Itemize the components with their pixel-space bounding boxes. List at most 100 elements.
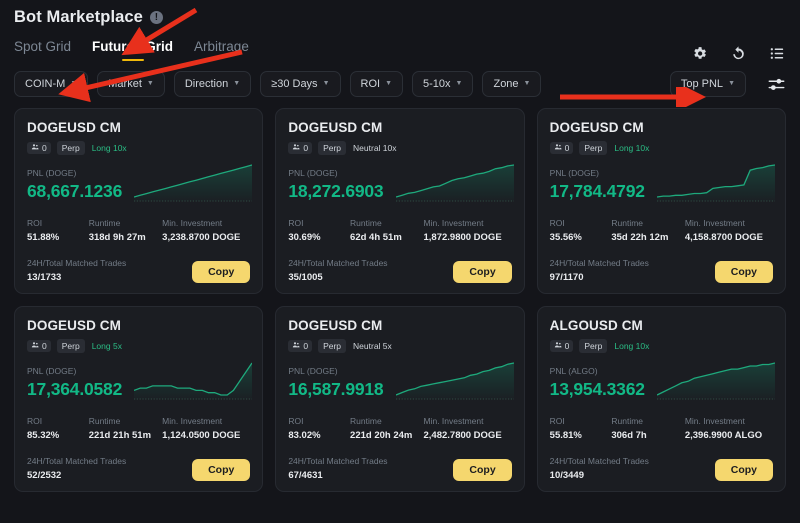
- chevron-down-icon: ▼: [385, 79, 392, 87]
- filter-zone[interactable]: Zone ▼: [482, 71, 542, 97]
- tab-arbitrage[interactable]: Arbitrage: [194, 39, 249, 61]
- min-investment-stat: Min. Investment 3,238.8700 DOGE: [162, 218, 250, 243]
- bot-card[interactable]: DOGEUSD CM 0 Perp Neutral 5x PNL (DOGE) 16,58…: [275, 306, 525, 492]
- page-header: Bot Marketplace !: [0, 0, 800, 27]
- filter-market[interactable]: Market ▼: [97, 71, 165, 97]
- gear-icon[interactable]: [691, 45, 708, 62]
- users-badge: 0: [27, 340, 51, 352]
- bot-card-title: ALGOUSD CM: [549, 318, 643, 333]
- runtime-label: Runtime: [88, 416, 121, 426]
- bot-card-title: DOGEUSD CM: [27, 318, 122, 333]
- sort-top-pnl[interactable]: Top PNL ▼: [669, 71, 746, 97]
- roi-stat: ROI 30.69%: [288, 218, 350, 243]
- users-badge: 0: [549, 340, 574, 352]
- contract-badge: Perp: [56, 339, 85, 353]
- bot-card[interactable]: DOGEUSD CM 0 Perp Long 10x PNL (DOGE) 17,784.…: [536, 108, 786, 294]
- matched-trades-label: 24H/Total Matched Trades: [549, 456, 649, 466]
- users-count: 0: [303, 341, 309, 351]
- runtime-label: Runtime: [88, 218, 121, 228]
- min-investment-label: Min. Investment: [684, 416, 745, 426]
- chevron-down-icon: ▼: [728, 79, 735, 87]
- filter-roi-label: ROI: [360, 78, 381, 90]
- users-badge: 0: [27, 142, 51, 154]
- chevron-down-icon: ▼: [523, 79, 531, 87]
- filter-roi[interactable]: ROI ▼: [349, 71, 403, 97]
- roi-stat: ROI 83.02%: [288, 416, 350, 441]
- bot-card[interactable]: ALGOUSD CM 0 Perp Long 10x PNL (ALGO) 13,954.…: [536, 306, 786, 492]
- contract-badge: Perp: [579, 339, 608, 353]
- people-icon: [554, 143, 562, 153]
- copy-button[interactable]: Copy: [192, 261, 251, 283]
- pnl-sparkline-chart: [134, 359, 253, 407]
- contract-badge: Perp: [318, 141, 347, 155]
- tab-futures-grid[interactable]: Futures Grid: [92, 39, 173, 61]
- bot-card-stats: ROI 35.56% Runtime 35d 22h 12m Min. Investme…: [550, 218, 773, 243]
- list-icon[interactable]: [769, 45, 786, 62]
- min-investment-label: Min. Investment: [423, 218, 484, 228]
- bot-card-badges: 0 Perp Neutral 5x: [288, 339, 511, 353]
- bot-card-title: DOGEUSD CM: [288, 120, 383, 135]
- roi-stat: ROI 85.32%: [27, 416, 89, 441]
- chevron-down-icon: ▼: [455, 79, 463, 87]
- filter-coin-m-label: COIN-M: [25, 78, 66, 90]
- copy-button[interactable]: Copy: [453, 261, 512, 283]
- roi-stat: ROI 51.88%: [27, 218, 89, 243]
- bot-marketplace-page: Bot Marketplace ! Spot Grid Futures Grid…: [0, 0, 800, 523]
- sliders-icon[interactable]: [767, 75, 786, 94]
- roi-label: ROI: [27, 218, 43, 228]
- filter-leverage[interactable]: 5-10x ▼: [412, 71, 474, 97]
- copy-button[interactable]: Copy: [453, 459, 512, 481]
- matched-trades-label: 24H/Total Matched Trades: [549, 258, 649, 268]
- users-badge: 0: [288, 340, 313, 352]
- pnl-sparkline-chart: [395, 359, 514, 407]
- contract-badge: Perp: [318, 339, 347, 353]
- people-icon: [292, 341, 300, 351]
- filter-duration-label: ≥30 Days: [271, 78, 318, 90]
- users-count: 0: [564, 143, 570, 153]
- matched-trades-value: 13/1733: [27, 272, 62, 283]
- tab-spot-grid[interactable]: Spot Grid: [14, 39, 71, 61]
- filter-coin-m[interactable]: COIN-M ▼: [14, 71, 89, 97]
- min-investment-value: 2,396.9900 ALGO: [684, 430, 763, 441]
- matched-trades-label: 24H/Total Matched Trades: [288, 456, 388, 466]
- filter-direction[interactable]: Direction ▼: [173, 71, 252, 97]
- filter-zone-label: Zone: [493, 78, 519, 90]
- filter-direction-label: Direction: [184, 78, 229, 90]
- filter-duration[interactable]: ≥30 Days ▼: [260, 71, 341, 97]
- direction-badge: Long 10x: [614, 341, 650, 351]
- pnl-sparkline-chart: [656, 161, 775, 209]
- min-investment-label: Min. Investment: [684, 218, 745, 228]
- runtime-value: 62d 4h 51m: [350, 232, 402, 243]
- bot-card[interactable]: DOGEUSD CM 0 Perp Long 5x PNL (DOGE) 17,364.0…: [14, 306, 264, 492]
- bot-card-stats: ROI 51.88% Runtime 318d 9h 27m Min. Investme…: [27, 218, 250, 243]
- matched-trades-stat: 24H/Total Matched Trades 52/2532: [27, 456, 126, 481]
- runtime-stat: Runtime 221d 20h 24m: [350, 416, 423, 441]
- runtime-stat: Runtime 35d 22h 12m: [611, 218, 684, 243]
- refresh-icon[interactable]: [730, 45, 747, 62]
- header-icon-group: [691, 45, 786, 62]
- bot-card[interactable]: DOGEUSD CM 0 Perp Long 10x PNL (DOGE) 68,667.…: [14, 108, 264, 294]
- bot-card-footer: 24H/Total Matched Trades 13/1733 Copy: [27, 258, 251, 283]
- runtime-value: 318d 9h 27m: [88, 232, 146, 243]
- users-count: 0: [303, 143, 309, 153]
- copy-button[interactable]: Copy: [192, 459, 251, 481]
- runtime-stat: Runtime 62d 4h 51m: [350, 218, 423, 243]
- users-badge: 0: [549, 142, 574, 154]
- roi-value: 85.32%: [27, 430, 60, 441]
- matched-trades-value: 52/2532: [27, 470, 62, 481]
- min-investment-stat: Min. Investment 2,396.9900 ALGO: [685, 416, 773, 441]
- runtime-label: Runtime: [611, 416, 644, 426]
- runtime-stat: Runtime 318d 9h 27m: [89, 218, 162, 243]
- runtime-value: 221d 20h 24m: [350, 430, 413, 441]
- copy-button[interactable]: Copy: [714, 261, 773, 283]
- min-investment-value: 1,124.0500 DOGE: [162, 430, 241, 441]
- runtime-value: 306d 7h: [611, 430, 647, 441]
- min-investment-stat: Min. Investment 1,124.0500 DOGE: [162, 416, 250, 441]
- min-investment-label: Min. Investment: [162, 416, 223, 426]
- runtime-stat: Runtime 221d 21h 51m: [89, 416, 162, 441]
- bot-card-footer: 24H/Total Matched Trades 35/1005 Copy: [288, 258, 512, 283]
- matched-trades-stat: 24H/Total Matched Trades 10/3449: [550, 456, 649, 481]
- copy-button[interactable]: Copy: [714, 459, 773, 481]
- bot-card[interactable]: DOGEUSD CM 0 Perp Neutral 10x PNL (DOGE) 18,2…: [275, 108, 525, 294]
- info-icon[interactable]: !: [149, 11, 163, 24]
